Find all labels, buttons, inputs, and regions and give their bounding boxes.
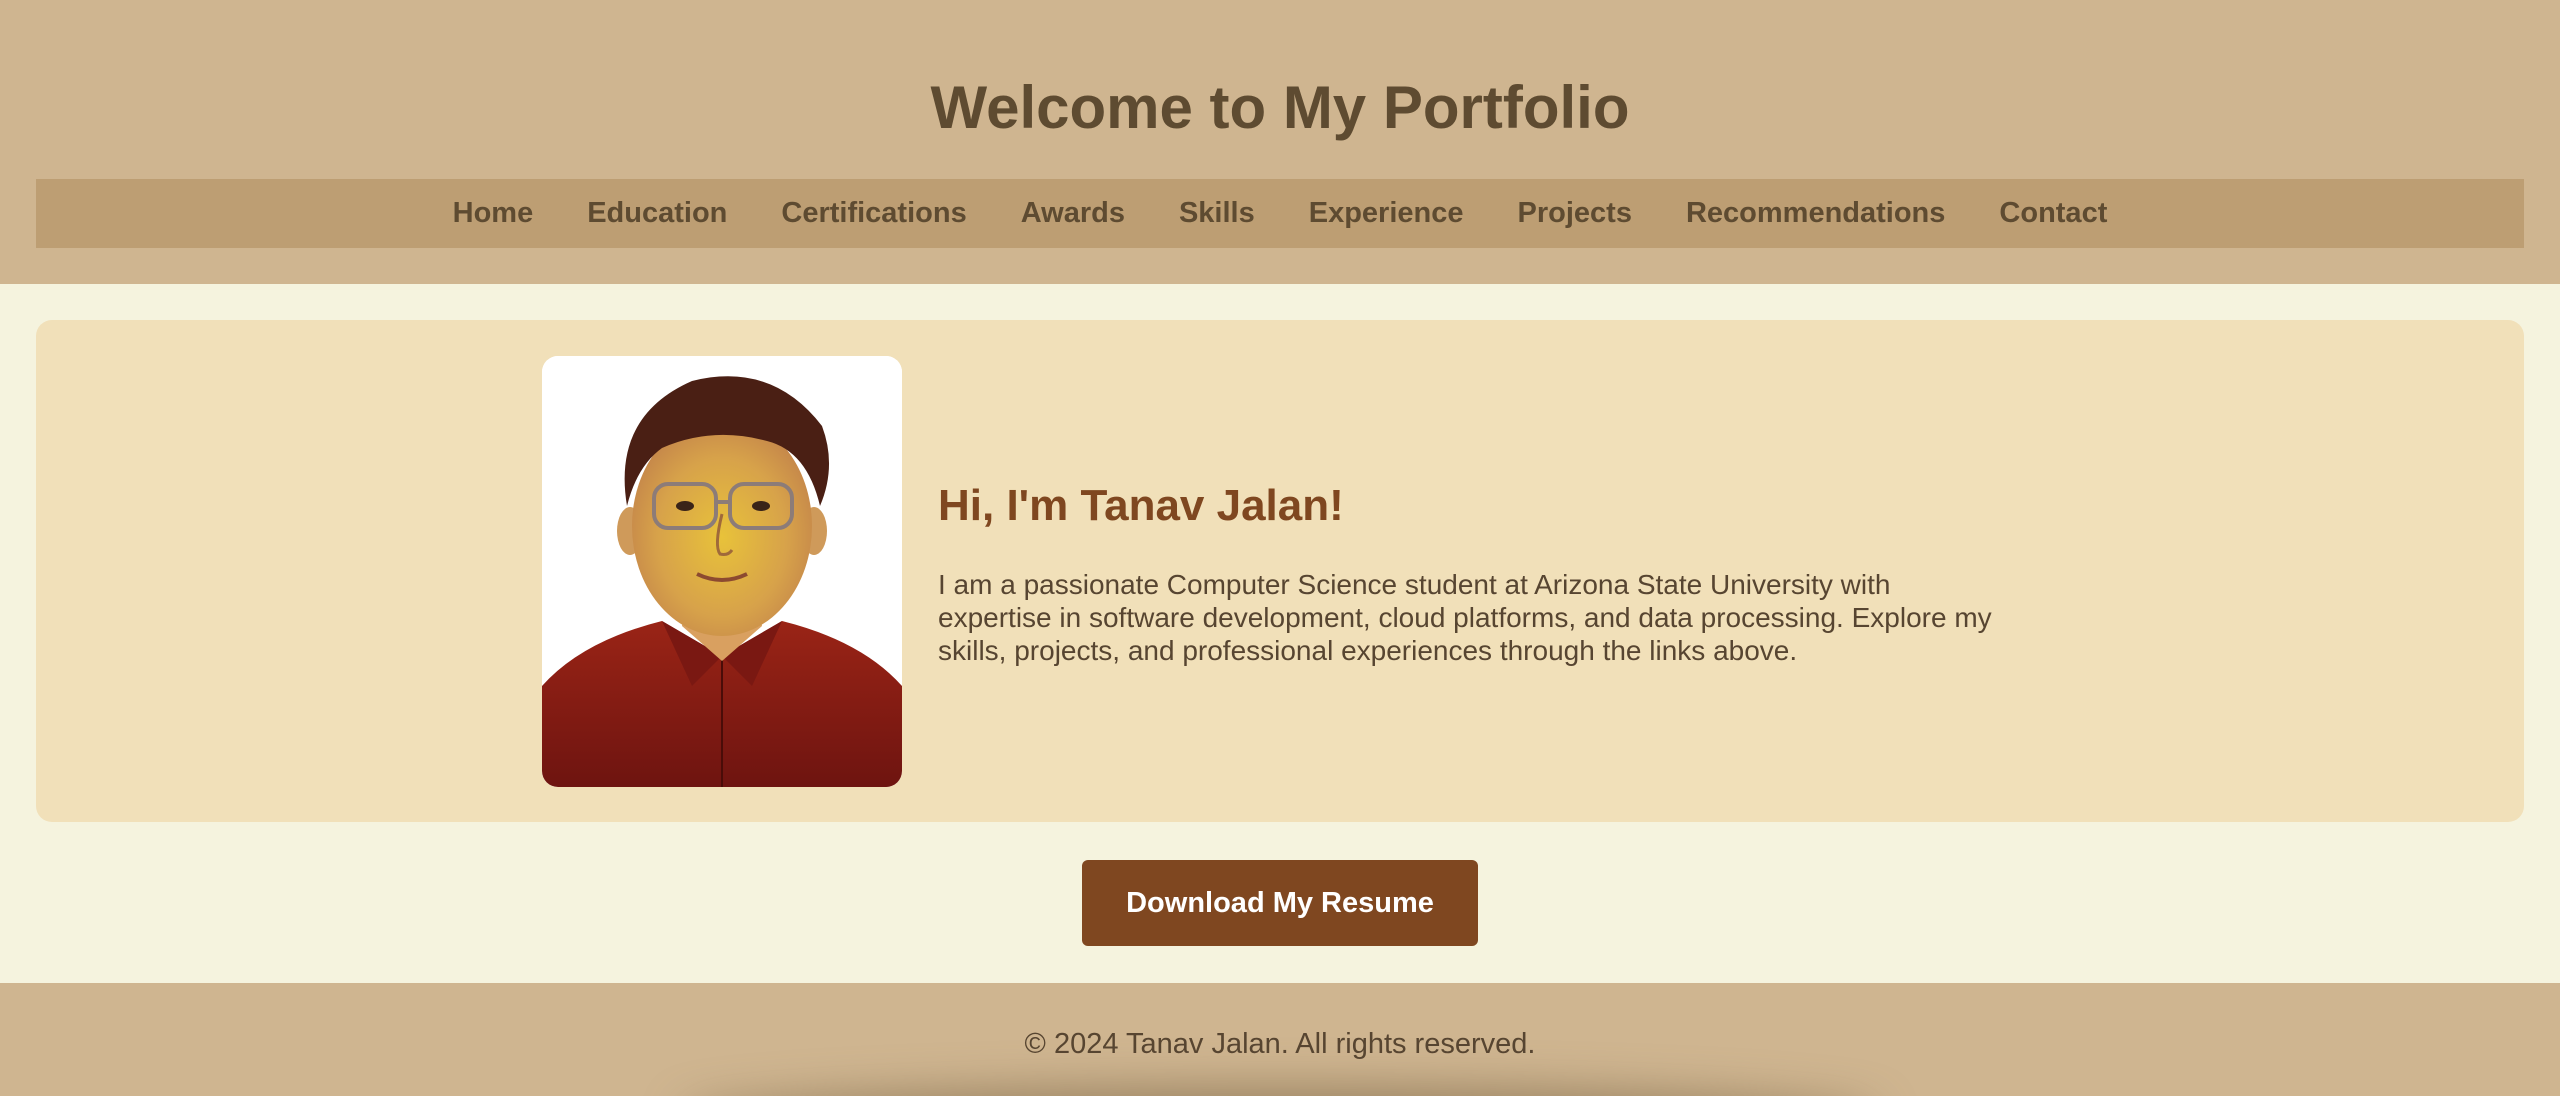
nav-link-skills[interactable]: Skills bbox=[1179, 179, 1255, 248]
hero-card: Hi, I'm Tanav Jalan! I am a passionate C… bbox=[36, 320, 2524, 822]
site-title: Welcome to My Portfolio bbox=[930, 74, 1630, 141]
hero-heading: Hi, I'm Tanav Jalan! bbox=[938, 481, 1344, 530]
nav-link-projects[interactable]: Projects bbox=[1518, 179, 1632, 248]
footer-shadow bbox=[680, 1088, 1880, 1096]
hero-bio: I am a passionate Computer Science stude… bbox=[938, 569, 1992, 666]
site-footer: © 2024 Tanav Jalan. All rights reserved. bbox=[0, 983, 2560, 1096]
main-nav: Home Education Certifications Awards Ski… bbox=[36, 179, 2524, 248]
nav-link-awards[interactable]: Awards bbox=[1021, 179, 1125, 248]
nav-link-recommendations[interactable]: Recommendations bbox=[1686, 179, 1945, 248]
site-header: Welcome to My Portfolio Home Education C… bbox=[0, 0, 2560, 284]
nav-link-experience[interactable]: Experience bbox=[1309, 179, 1464, 248]
page: Welcome to My Portfolio Home Education C… bbox=[0, 0, 2560, 1096]
nav-link-home[interactable]: Home bbox=[453, 179, 534, 248]
nav-link-education[interactable]: Education bbox=[587, 179, 727, 248]
footer-copyright: © 2024 Tanav Jalan. All rights reserved. bbox=[1024, 1028, 1536, 1060]
profile-photo bbox=[542, 356, 902, 787]
nav-link-contact[interactable]: Contact bbox=[1999, 179, 2107, 248]
download-resume-button[interactable]: Download My Resume bbox=[1082, 860, 1478, 946]
nav-link-certifications[interactable]: Certifications bbox=[781, 179, 966, 248]
